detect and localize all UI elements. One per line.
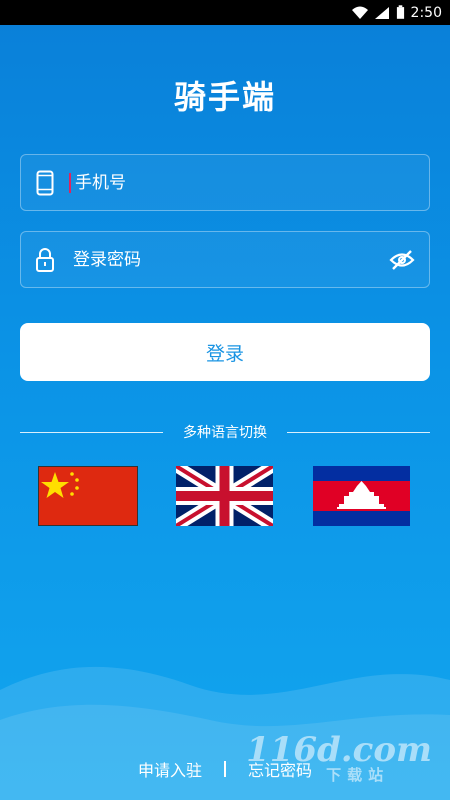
battery-icon <box>396 5 404 19</box>
chinese-flag[interactable] <box>38 466 138 526</box>
cambodia-flag[interactable] <box>313 466 410 526</box>
language-label: 多种语言切换 <box>183 425 267 441</box>
wifi-icon <box>351 6 368 19</box>
status-bar: 2:50 <box>0 0 450 25</box>
status-time: 2:50 <box>410 4 442 21</box>
lock-icon <box>21 247 69 273</box>
eye-off-icon[interactable] <box>375 249 429 271</box>
login-button[interactable]: 登录 <box>20 323 430 381</box>
apply-link[interactable]: 申请入驻 <box>138 757 202 781</box>
phone-input[interactable] <box>69 172 429 193</box>
divider-line-left <box>20 431 163 433</box>
watermark: 116d.com 下载站 <box>246 730 432 785</box>
page-title: 骑手端 <box>173 78 276 116</box>
divider-line-right <box>287 431 430 433</box>
phone-field[interactable] <box>20 154 430 211</box>
footer-separator <box>224 761 226 777</box>
password-input[interactable] <box>69 249 375 270</box>
password-field[interactable] <box>20 231 430 288</box>
phone-icon <box>21 170 69 196</box>
uk-flag[interactable] <box>176 466 273 526</box>
language-divider: 多种语言切换 <box>20 421 430 443</box>
cell-signal-icon <box>374 6 389 19</box>
